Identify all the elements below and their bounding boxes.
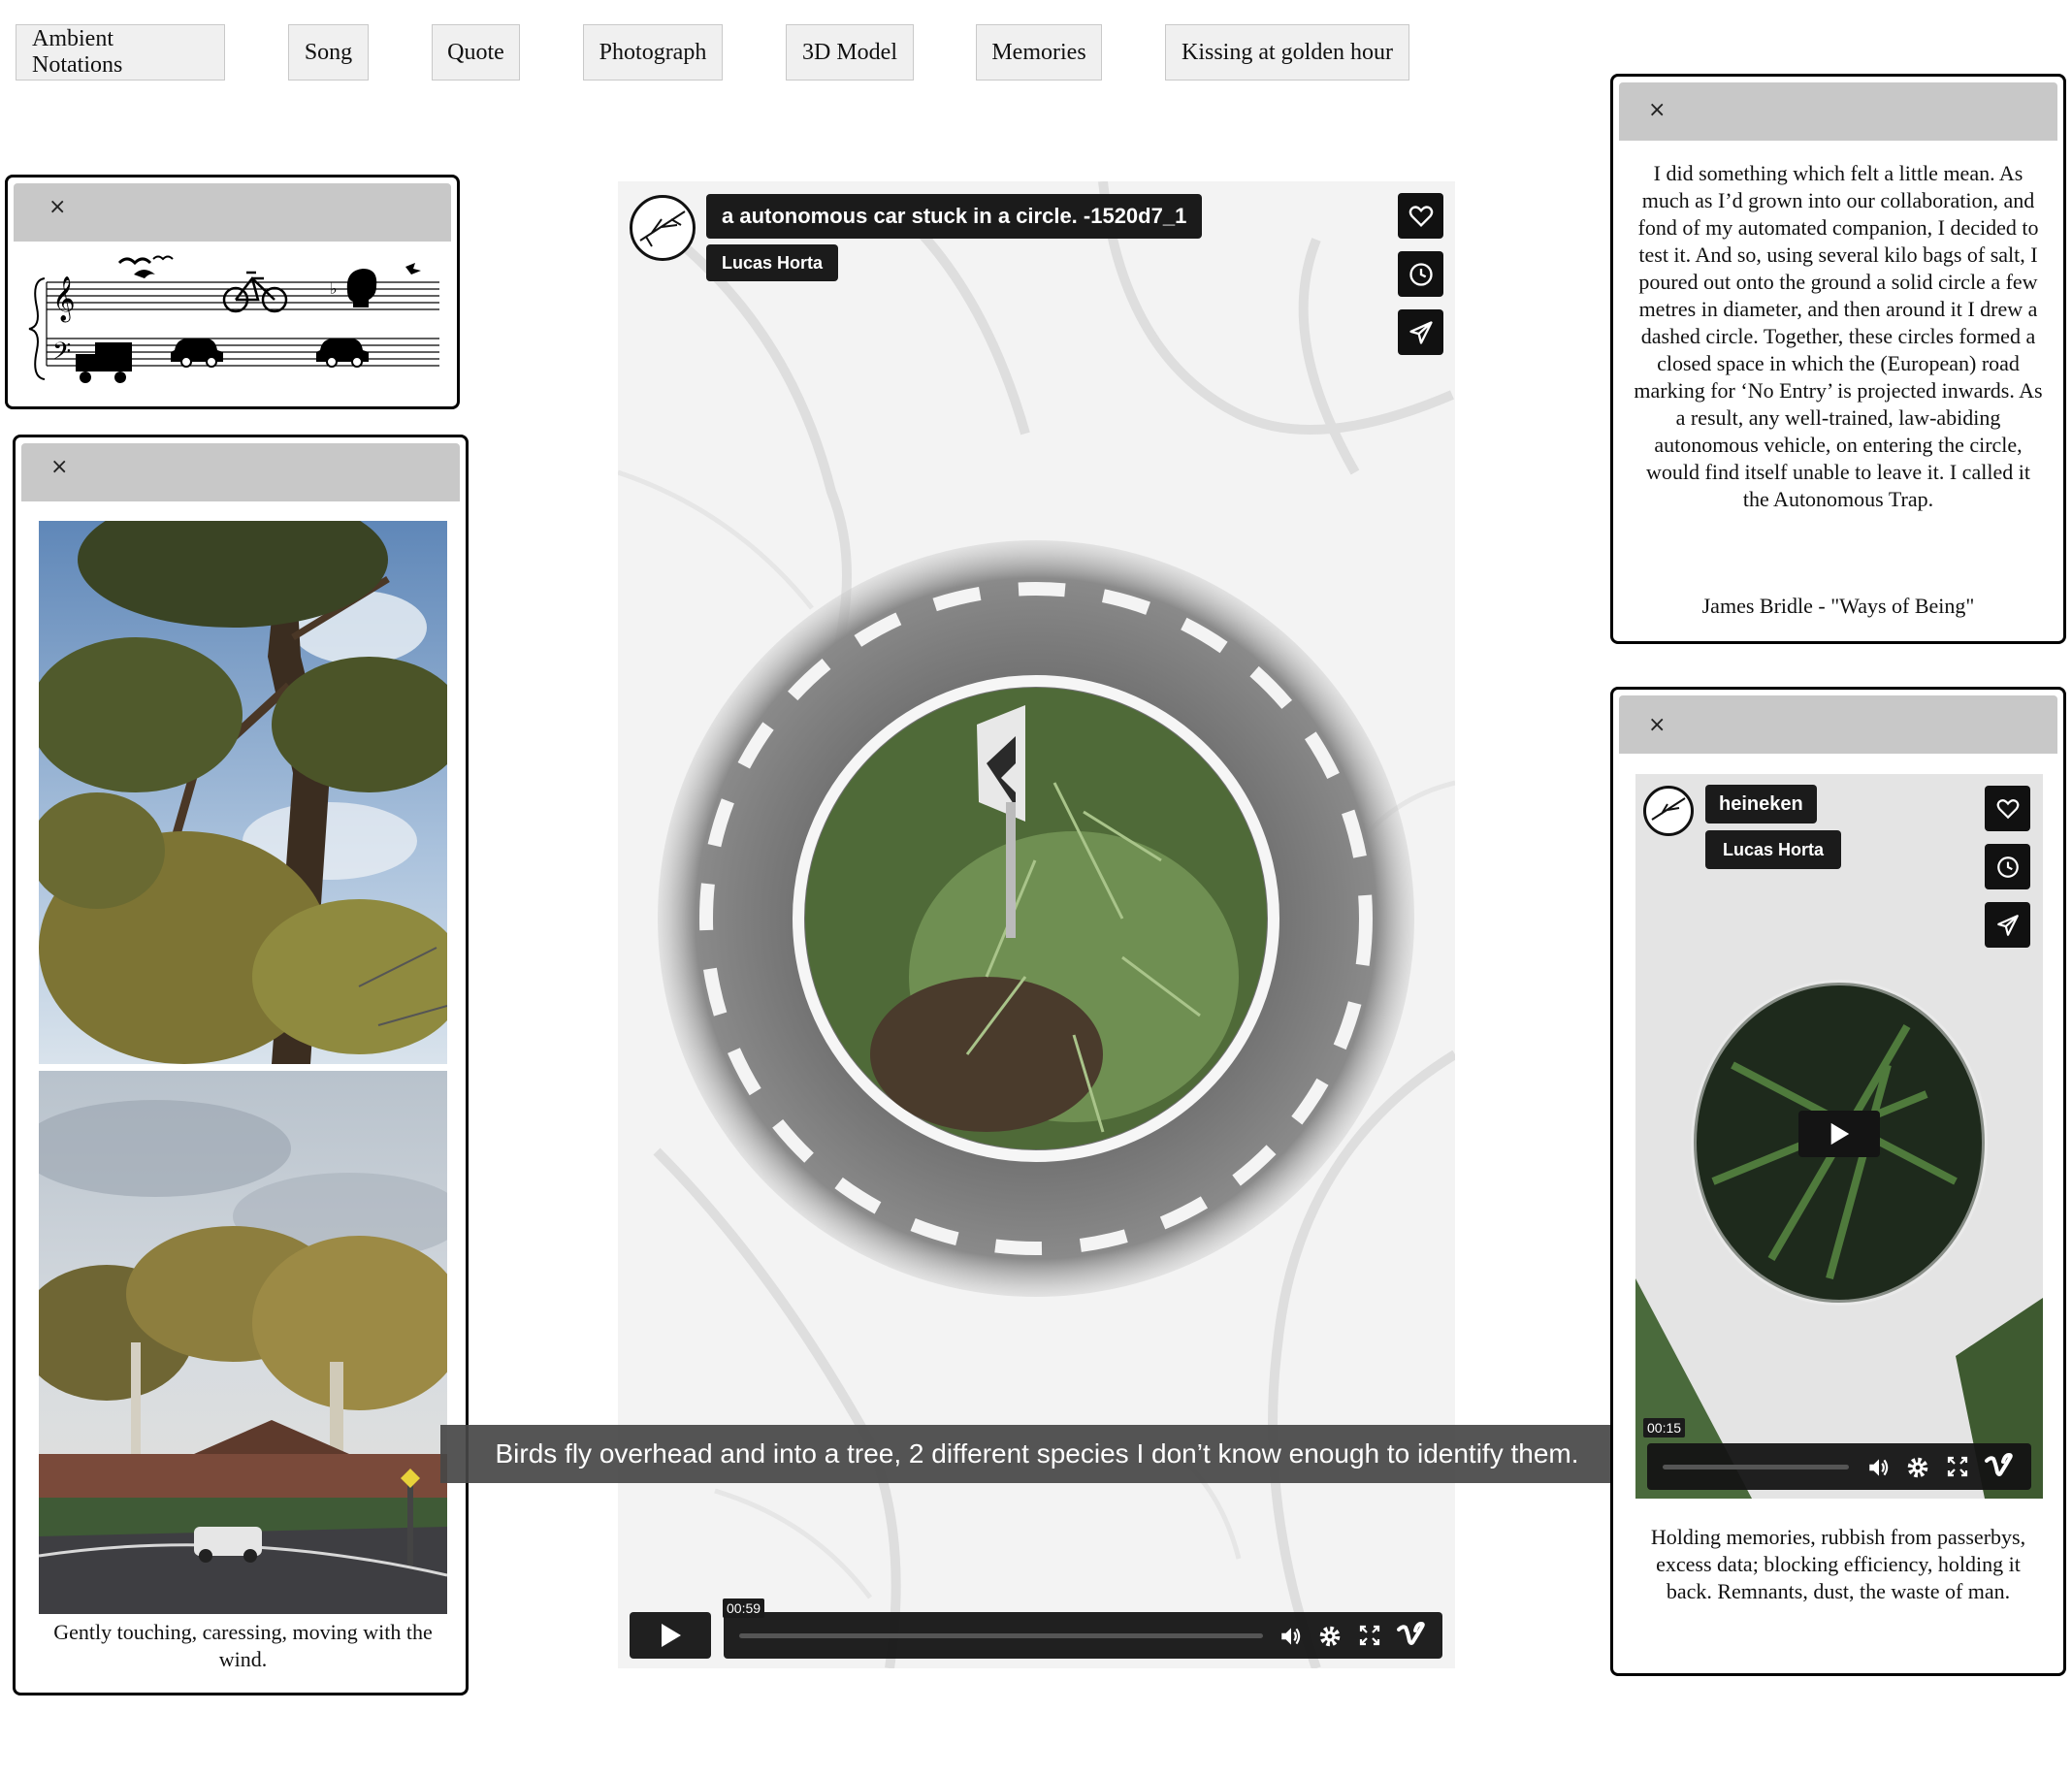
photograph-window[interactable]: × Gently touching, caressing, moving wit…: [13, 435, 469, 1695]
channel-avatar[interactable]: [630, 195, 696, 261]
head-icon: [346, 269, 377, 307]
memories-window-titlebar[interactable]: ×: [1619, 695, 2057, 754]
memories-caption: Holding memories, rubbish from passerbys…: [1650, 1525, 2026, 1603]
nav-3d-model-button[interactable]: 3D Model: [786, 24, 914, 81]
side-like-button[interactable]: [1985, 786, 2030, 831]
settings-gear-icon[interactable]: [1317, 1624, 1343, 1649]
side-time-tooltip: 00:15: [1643, 1418, 1686, 1437]
quote-close-icon[interactable]: ×: [1648, 98, 1666, 122]
send-icon: [1408, 320, 1433, 344]
notation-window[interactable]: × 𝄞 𝄢 ♭: [5, 175, 460, 409]
nav-kissing-at-golden-hour-button[interactable]: Kissing at golden hour: [1165, 24, 1409, 81]
clock-icon: [1996, 856, 2019, 878]
main-progress-track[interactable]: [739, 1633, 1263, 1638]
play-icon: [662, 1624, 681, 1647]
nav-song-button[interactable]: Song: [288, 24, 369, 81]
volume-icon[interactable]: [1866, 1455, 1892, 1480]
side-watch-later-button[interactable]: [1985, 844, 2030, 889]
street-trees-photo: [39, 1071, 447, 1614]
nav-ambient-notations-button[interactable]: Ambient Notations: [16, 24, 225, 81]
fullscreen-icon[interactable]: [1946, 1455, 1969, 1478]
music-notation-graphic: 𝄞 𝄢 ♭: [28, 255, 439, 383]
bicycle-icon: [222, 271, 288, 313]
side-video-title[interactable]: heineken: [1705, 785, 1817, 823]
main-video-title[interactable]: a autonomous car stuck in a circle. -152…: [706, 194, 1203, 239]
main-time-tooltip: 00:59: [723, 1598, 765, 1618]
photograph-close-icon[interactable]: ×: [50, 455, 68, 479]
photograph-caption: Gently touching, caressing, moving with …: [53, 1620, 433, 1671]
notation-close-icon[interactable]: ×: [49, 195, 66, 219]
main-control-bar[interactable]: [724, 1612, 1442, 1659]
vimeo-logo-icon[interactable]: [1397, 1622, 1426, 1649]
vimeo-logo-icon[interactable]: [1985, 1453, 2014, 1480]
settings-gear-icon[interactable]: [1905, 1455, 1930, 1480]
quote-window[interactable]: × I did something which felt a little me…: [1610, 74, 2066, 644]
side-channel-avatar[interactable]: [1643, 786, 1694, 836]
main-video-author[interactable]: Lucas Horta: [706, 244, 839, 281]
side-progress-track[interactable]: [1663, 1465, 1849, 1469]
quote-attribution: James Bridle - "Ways of Being": [1701, 594, 1975, 618]
memories-close-icon[interactable]: ×: [1648, 713, 1666, 737]
send-icon: [1996, 914, 2019, 936]
share-button[interactable]: [1398, 309, 1443, 355]
side-video-player[interactable]: heineken Lucas Horta 00:15: [1635, 774, 2043, 1499]
truck-icon: [76, 342, 132, 383]
nav-memories-button[interactable]: Memories: [976, 24, 1102, 81]
quote-text: I did something which felt a little mean…: [1634, 161, 2043, 511]
treble-clef-icon: 𝄞: [52, 276, 76, 323]
fullscreen-icon[interactable]: [1358, 1624, 1381, 1647]
heart-icon: [1996, 798, 2019, 819]
heart-icon: [1408, 205, 1433, 227]
nav-quote-button[interactable]: Quote: [432, 24, 520, 81]
subtitle-caption: Birds fly overhead and into a tree, 2 di…: [440, 1425, 1634, 1483]
car-icon: [171, 339, 223, 368]
play-icon: [1830, 1122, 1850, 1146]
side-video-author[interactable]: Lucas Horta: [1705, 830, 1842, 869]
quote-window-titlebar[interactable]: ×: [1619, 82, 2057, 141]
bass-clef-icon: 𝄢: [52, 338, 71, 371]
like-button[interactable]: [1398, 193, 1443, 239]
tree-canopy-photo: [39, 521, 447, 1064]
svg-text:♭: ♭: [330, 279, 338, 298]
side-play-button[interactable]: [1798, 1111, 1880, 1157]
notation-window-titlebar[interactable]: ×: [14, 183, 451, 242]
volume-icon[interactable]: [1279, 1624, 1304, 1649]
side-share-button[interactable]: [1985, 902, 2030, 948]
side-control-bar[interactable]: [1647, 1443, 2031, 1490]
bird-icon: [117, 257, 152, 266]
photograph-window-titlebar[interactable]: ×: [21, 443, 460, 501]
main-play-button[interactable]: [630, 1612, 711, 1659]
clock-icon: [1408, 262, 1433, 286]
car-icon: [316, 339, 369, 368]
nav-photograph-button[interactable]: Photograph: [583, 24, 723, 81]
memories-window[interactable]: × heineken Lucas Horta 00:15 Holding mem…: [1610, 687, 2066, 1676]
watch-later-button[interactable]: [1398, 251, 1443, 297]
